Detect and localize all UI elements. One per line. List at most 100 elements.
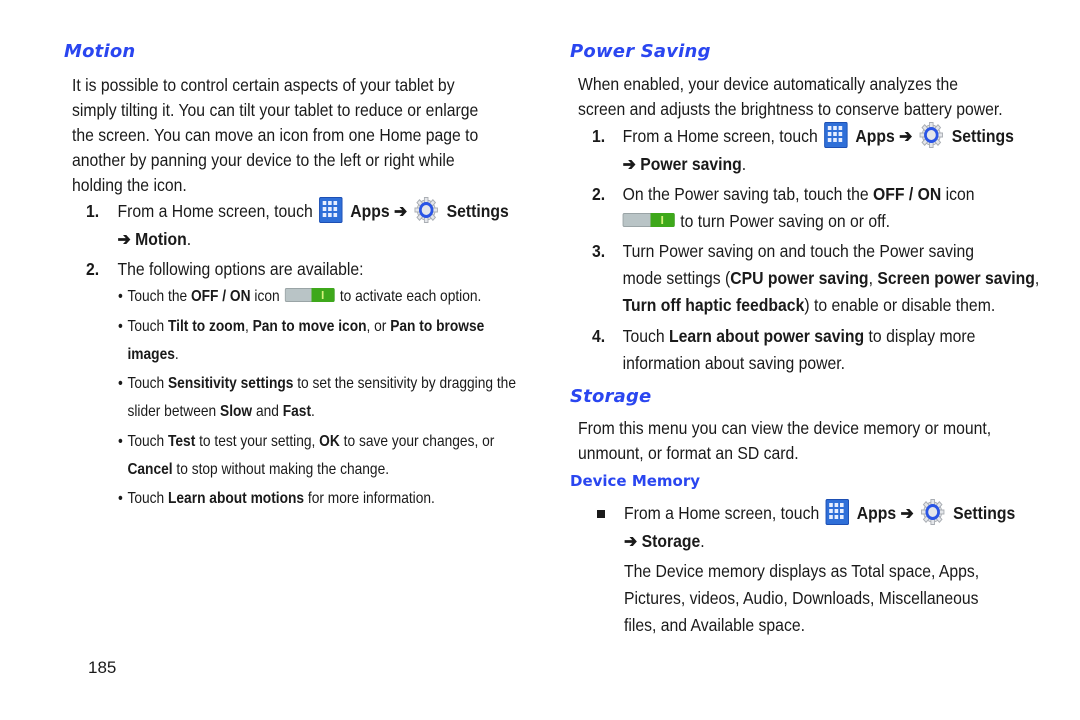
motion-heading: Motion (64, 41, 136, 62)
motion-intro-line: another by panning your device to the le… (72, 150, 455, 170)
arrow-icon: ➔ (624, 531, 638, 552)
bullet-text: to activate each option. (339, 288, 482, 305)
storage-intro-line: unmount, or format an SD card. (578, 443, 799, 463)
settings-label: Settings (951, 126, 1014, 146)
settings-label: Settings (953, 503, 1016, 523)
arrow-icon: ➔ (900, 503, 914, 523)
apps-grid-icon (318, 197, 343, 224)
motion-intro-line: holding the icon. (72, 175, 187, 195)
arrow-icon: ➔ (899, 126, 913, 146)
step-text: From a Home screen, touch (117, 201, 313, 221)
step-number: 4. (592, 326, 606, 346)
settings-label: Settings (446, 201, 509, 221)
off-on-toggle-icon (284, 287, 335, 302)
step-text: to turn Power saving on or off. (680, 211, 891, 231)
step-text: On the Power saving tab, touch the (622, 184, 874, 204)
menu-destination: Storage (641, 531, 701, 552)
step-text: mode settings ( (622, 268, 731, 288)
bullet-text: to stop without making the change. (172, 461, 390, 478)
power-saving-intro-line: When enabled, your device automatically … (578, 74, 958, 94)
apps-grid-icon (825, 499, 849, 526)
bullet-text: to test your setting, (195, 433, 320, 450)
bullet-text: , or (366, 318, 391, 335)
label-ok: OK (319, 433, 340, 450)
bullet-text: for more information. (304, 490, 435, 507)
step-text: , (1034, 268, 1040, 288)
step-text: The following options are available: (117, 259, 364, 279)
step-text: to display more (864, 326, 976, 346)
step-number: 2. (592, 184, 606, 204)
bullet-text: icon (250, 288, 280, 305)
description-line: Pictures, videos, Audio, Downloads, Misc… (624, 588, 979, 608)
square-bullet-icon (597, 510, 605, 518)
label-cancel: Cancel (127, 461, 173, 478)
motion-intro: It is possible to control certain aspect… (72, 73, 478, 198)
label-fast: Fast (282, 403, 312, 420)
arrow-icon: ➔ (622, 154, 636, 175)
option-sensitivity-settings: Sensitivity settings (168, 375, 294, 392)
arrow-icon: ➔ (394, 201, 408, 221)
step-text: icon (941, 184, 975, 204)
step-number: 3. (592, 241, 606, 261)
step-text: ) to enable or disable them. (804, 295, 996, 315)
step-number: 1. (86, 201, 100, 221)
device-memory-description: The Device memory displays as Total spac… (624, 558, 979, 639)
step-number: 1. (592, 126, 606, 146)
storage-intro-line: From this menu you can view the device m… (578, 418, 992, 438)
label-learn-about-motions: Learn about motions (168, 490, 305, 507)
step-text: Turn Power saving on and touch the Power… (622, 241, 974, 261)
option-tilt-to-zoom: Tilt to zoom (168, 318, 245, 335)
power-saving-intro-line: screen and adjusts the brightness to con… (578, 99, 1003, 119)
option-cpu-power-saving: CPU power saving (730, 268, 869, 288)
menu-destination: Power saving (640, 154, 742, 175)
settings-gear-icon (920, 498, 945, 526)
motion-intro-line: It is possible to control certain aspect… (72, 75, 455, 95)
description-line: The Device memory displays as Total spac… (624, 561, 980, 581)
step-text: From a Home screen, touch (624, 503, 820, 523)
bullet-text: Touch (127, 318, 169, 335)
bullet-text: Touch (127, 433, 169, 450)
bullet-text: to set the sensitivity by dragging the (293, 375, 516, 392)
step-text: information about saving power. (622, 353, 845, 373)
bullet-text: Touch the (127, 288, 191, 305)
label-learn-about-power-saving: Learn about power saving (669, 326, 865, 346)
option-turn-off-haptic-feedback: Turn off haptic feedback (622, 295, 805, 315)
arrow-icon: ➔ (117, 229, 131, 250)
option-pan-to-browse: Pan to browse (390, 318, 485, 335)
apps-grid-icon (823, 122, 848, 149)
bullet-text: Touch (127, 490, 169, 507)
bullet-text: to save your changes, or (339, 433, 495, 450)
option-pan-to-move-icon: Pan to move icon (252, 318, 367, 335)
device-memory-heading: Device Memory (570, 472, 701, 490)
bullet-text: and (252, 403, 283, 420)
label-off-on: OFF / ON (873, 184, 942, 204)
storage-heading: Storage (570, 386, 652, 407)
apps-label: Apps (856, 503, 897, 523)
description-line: files, and Available space. (624, 615, 805, 635)
off-on-toggle-icon (622, 213, 675, 228)
settings-gear-icon (413, 196, 438, 224)
motion-intro-line: simply tilting it. You can tilt your tab… (72, 100, 479, 120)
storage-intro: From this menu you can view the device m… (578, 416, 991, 466)
power-saving-heading: Power Saving (570, 41, 711, 62)
menu-destination: Motion (135, 229, 187, 250)
bullet-text: Touch (127, 375, 169, 392)
apps-label: Apps (855, 126, 895, 146)
settings-gear-icon (919, 121, 944, 149)
bullet-text: . (174, 346, 179, 363)
page-number: 185 (88, 658, 117, 677)
bullet-text: . (311, 403, 315, 420)
step-text: From a Home screen, touch (622, 126, 818, 146)
power-saving-intro: When enabled, your device automatically … (578, 72, 1003, 122)
apps-label: Apps (350, 201, 390, 221)
option-screen-power-saving: Screen power saving (877, 268, 1035, 288)
label-test: Test (168, 433, 196, 450)
step-number: 2. (86, 259, 100, 279)
bullet-text: slider between (127, 403, 221, 420)
label-slow: Slow (220, 403, 253, 420)
step-text: , (868, 268, 878, 288)
bullet-bold: OFF / ON (190, 288, 251, 305)
step-text: Touch (622, 326, 670, 346)
option-pan-to-browse-cont: images (127, 346, 175, 363)
bullet-text: , (244, 318, 253, 335)
